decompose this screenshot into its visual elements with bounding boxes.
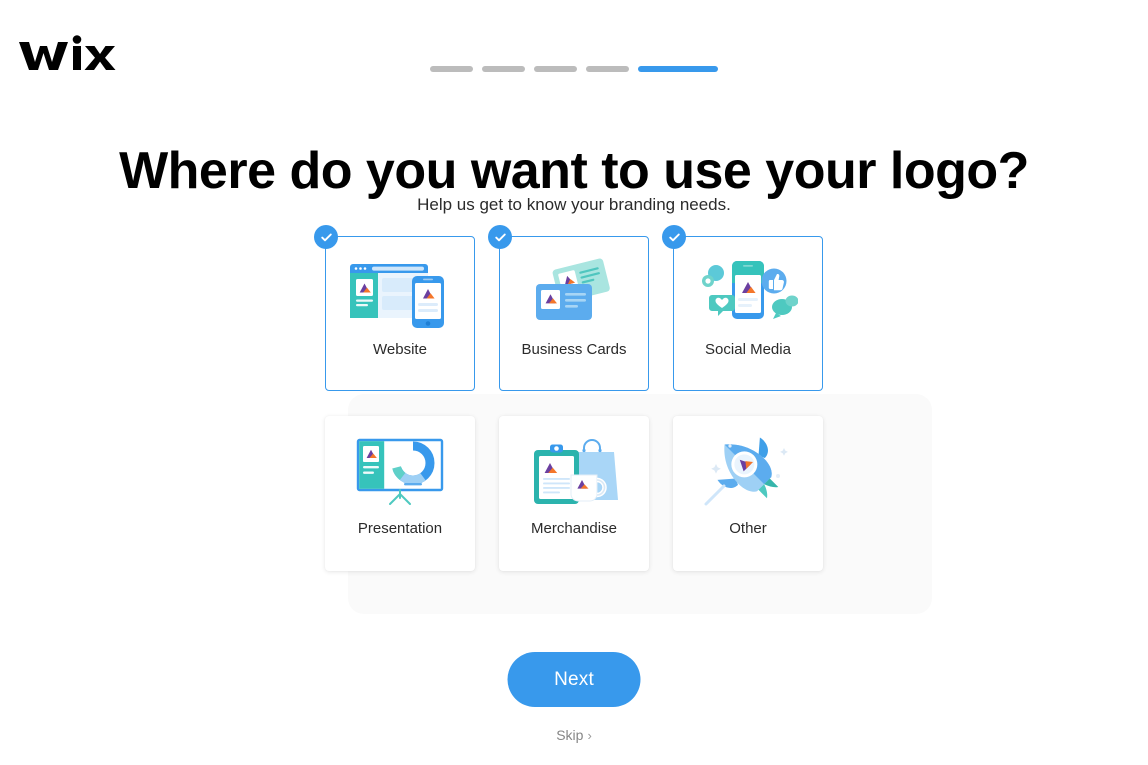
option-label-merchandise: Merchandise [531, 520, 617, 537]
progress-segment-1 [430, 66, 473, 72]
next-button[interactable]: Next [507, 652, 641, 707]
progress-segment-4 [586, 66, 629, 72]
options-row-top: Website Business Cards Social Media [0, 225, 1148, 391]
logo-maker-page: Where do you want to use your logo? Help… [0, 0, 1148, 765]
check-icon-business-cards [488, 225, 512, 249]
presentation-illustration [325, 416, 475, 520]
option-card-website[interactable]: Website [314, 225, 475, 391]
social-media-illustration [674, 237, 822, 341]
website-illustration [326, 237, 474, 341]
options-grid: Website Business Cards Social Media Pres… [0, 225, 1148, 618]
progress-indicator [0, 66, 1148, 72]
business-cards-illustration [500, 237, 648, 341]
option-label-website: Website [373, 341, 427, 358]
skip-label: Skip [556, 727, 584, 743]
check-icon-social-media [662, 225, 686, 249]
option-label-business-cards: Business Cards [521, 341, 627, 358]
merchandise-illustration [499, 416, 649, 520]
skip-link[interactable]: Skip › [0, 727, 1148, 743]
option-label-other: Other [729, 520, 767, 537]
progress-segment-3 [534, 66, 577, 72]
option-card-other[interactable]: Other [673, 416, 823, 571]
page-subtitle: Help us get to know your branding needs. [417, 195, 731, 214]
option-card-business-cards[interactable]: Business Cards [488, 225, 649, 391]
wix-logo[interactable] [16, 32, 186, 80]
progress-segment-5-active [638, 66, 718, 72]
option-card-presentation[interactable]: Presentation [325, 416, 475, 571]
rocket-illustration [673, 416, 823, 520]
chevron-right-icon: › [587, 728, 592, 743]
option-card-merchandise[interactable]: Merchandise [499, 416, 649, 571]
option-card-social-media[interactable]: Social Media [662, 225, 823, 391]
option-label-presentation: Presentation [357, 520, 443, 537]
progress-segment-2 [482, 66, 525, 72]
option-label-social-media: Social Media [705, 341, 791, 358]
check-icon-website [314, 225, 338, 249]
options-row-bottom: Presentation Merchandise Other [0, 416, 1148, 571]
